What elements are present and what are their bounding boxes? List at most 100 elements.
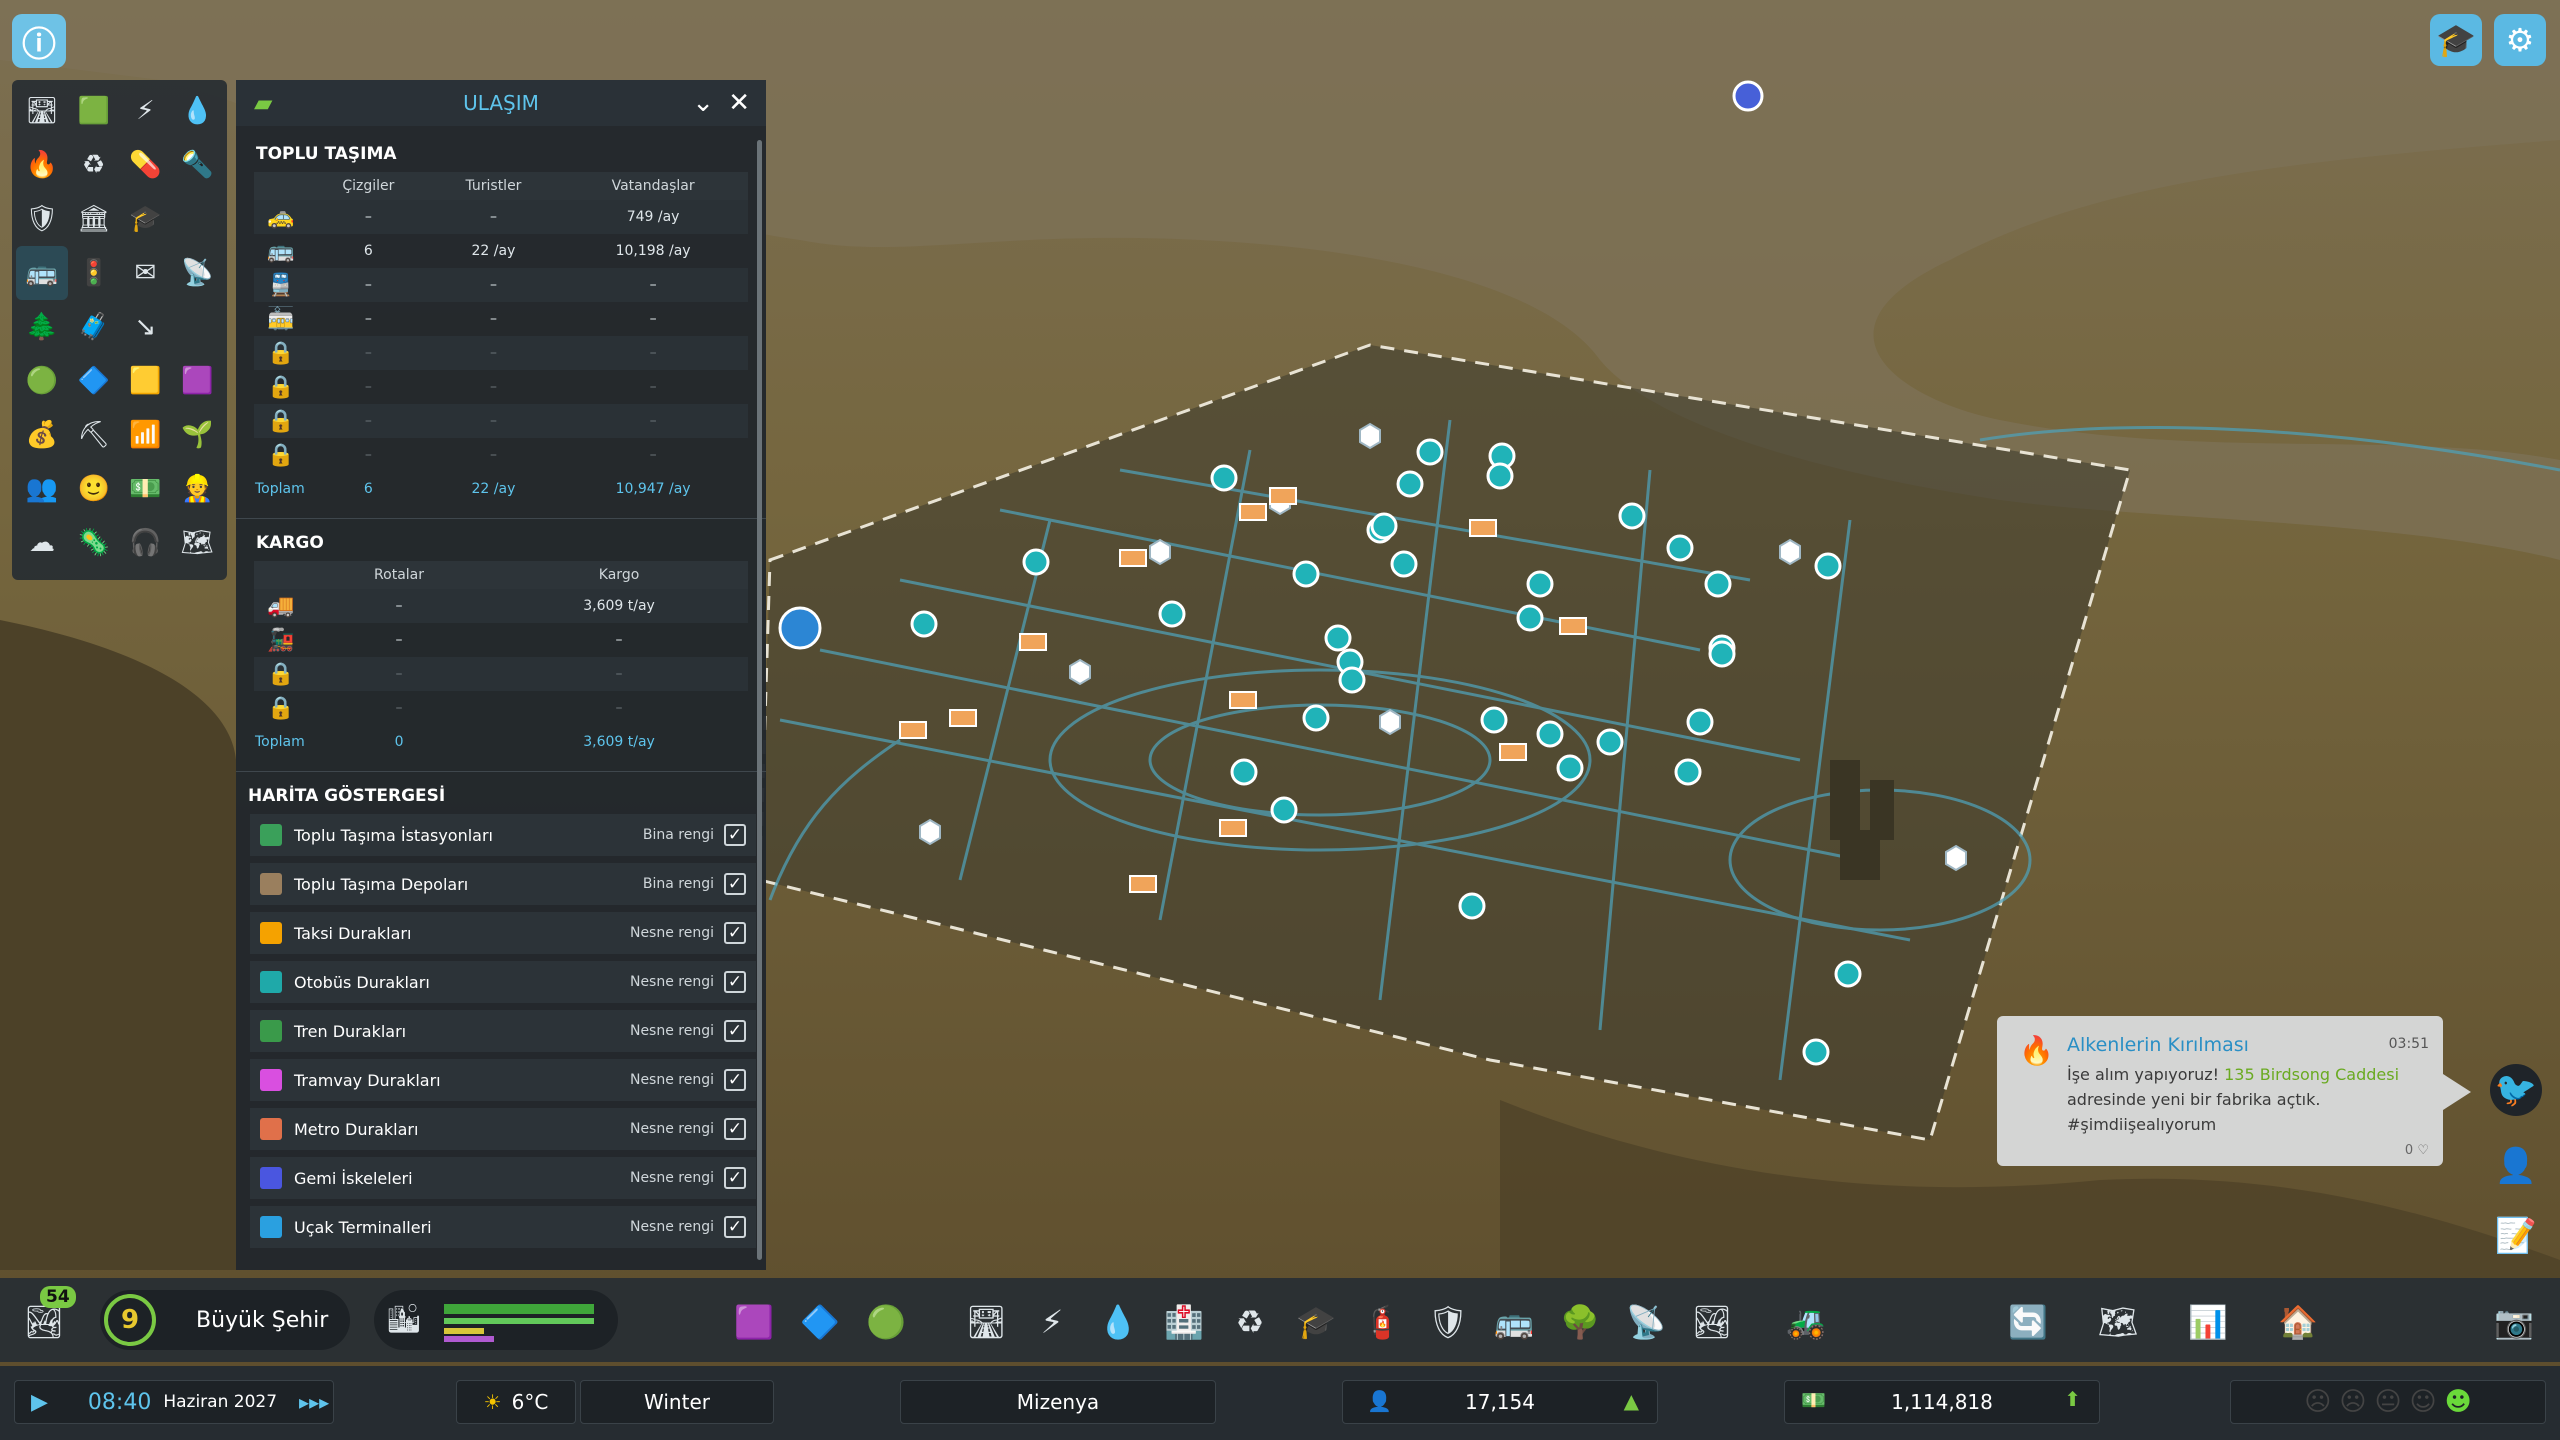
notification-author[interactable]: Alkenlerin Kırılması [2067,1034,2249,1056]
landscape-icon[interactable]: ↘ [120,300,172,354]
police-tool-icon[interactable]: 🛡 [1420,1294,1476,1350]
legend-item[interactable]: Tren Durakları Nesne rengi ✓ [250,1010,756,1052]
pollution-icon[interactable]: ☁ [16,516,68,570]
checkbox[interactable]: ✓ [724,922,746,944]
subway-locked-icon: 🔒 [254,336,308,370]
zoning-tool-icon[interactable]: 🟪 [726,1294,782,1350]
money-icon: 💵 [1801,1388,1826,1412]
area-tool-icon[interactable]: 🔷 [792,1294,848,1350]
electricity-tool-icon[interactable]: ⚡ [1024,1294,1080,1350]
color-swatch [260,1020,282,1042]
crime-icon[interactable]: 🔦 [171,138,223,192]
population-display[interactable]: 👤 17,154 ▲ [1342,1380,1658,1424]
fertility-icon[interactable]: 🌱 [171,408,223,462]
like-count[interactable]: 0 ♡ [2405,1143,2429,1158]
info-button[interactable]: ⓘ [12,14,66,68]
city-name[interactable]: Mizenya [900,1380,1216,1424]
city-level[interactable]: 9 Büyük Şehir [100,1290,350,1350]
checkbox[interactable]: ✓ [724,1069,746,1091]
citizens-button[interactable]: 👤 [2490,1140,2542,1192]
resources-icon[interactable]: ⛏ [68,408,120,462]
roads-icon[interactable]: 🛣 [16,84,68,138]
communications-tool-icon[interactable]: 📡 [1618,1294,1674,1350]
fire-tool-icon[interactable]: 🧯 [1354,1294,1410,1350]
address-link[interactable]: 135 Birdsong Caddesi [2224,1065,2399,1084]
bulldozer-tool-icon[interactable]: 🚜 [1778,1294,1834,1350]
checkbox[interactable]: ✓ [724,1020,746,1042]
recycling-icon[interactable]: ♻ [68,138,120,192]
education-tool-icon[interactable]: 🎓 [1288,1294,1344,1350]
office-zone-icon[interactable]: 🟪 [171,354,223,408]
police-icon[interactable]: 🛡 [16,192,68,246]
neutral-icon: 😐 [2374,1387,2402,1417]
map-tiles-icon[interactable]: 🗺 [2090,1294,2146,1350]
electricity-icon[interactable]: ⚡ [120,84,172,138]
admin-icon[interactable]: 🏛 [68,192,120,246]
close-button[interactable]: ✕ [728,88,750,118]
money-display[interactable]: 💵 1,114,818 ⬆ [1784,1380,2100,1424]
transport-icon[interactable]: 🚌 [16,246,68,300]
checkbox[interactable]: ✓ [724,971,746,993]
fire-icon[interactable]: 🔥 [16,138,68,192]
legend-item[interactable]: Tramvay Durakları Nesne rengi ✓ [250,1059,756,1101]
legend-item[interactable]: Taksi Durakları Nesne rengi ✓ [250,912,756,954]
progression-icon[interactable]: 🏠 [2270,1294,2326,1350]
statistics-icon[interactable]: 📊 [2180,1294,2236,1350]
water-tool-icon[interactable]: 💧 [1090,1294,1146,1350]
color-swatch [260,971,282,993]
ground-pollution-icon[interactable]: 🦠 [68,516,120,570]
water-icon[interactable]: 💧 [171,84,223,138]
speed-button[interactable]: ▸▸▸ [299,1390,329,1414]
industrial-zone-icon[interactable]: 🟨 [120,354,172,408]
legend-item[interactable]: Otobüs Durakları Nesne rengi ✓ [250,961,756,1003]
workers-icon[interactable]: 👷 [171,462,223,516]
city-stats[interactable]: 🏙 [374,1290,618,1350]
checkbox[interactable]: ✓ [724,873,746,895]
chirper-notification[interactable]: 🔥 Alkenlerin Kırılması 03:51 İşe alım ya… [1997,1016,2471,1166]
residential-zone-icon[interactable]: 🟢 [16,354,68,408]
wealth-icon[interactable]: 💵 [120,462,172,516]
levels-icon[interactable]: 📶 [120,408,172,462]
play-button[interactable]: ▶ [31,1390,48,1415]
tourism-icon[interactable]: 🧳 [68,300,120,354]
season-display: Winter [580,1380,774,1424]
happiness-icon[interactable]: 🙂 [68,462,120,516]
checkbox[interactable]: ✓ [724,824,746,846]
noise-icon[interactable]: 🎧 [120,516,172,570]
roads-tool-icon[interactable]: 🛣 [958,1294,1014,1350]
checkbox[interactable]: ✓ [724,1118,746,1140]
legend-item[interactable]: Toplu Taşıma İstasyonları Bina rengi ✓ [250,814,756,856]
telecom-icon[interactable]: 📡 [171,246,223,300]
education-icon[interactable]: 🎓 [120,192,172,246]
landmarks-tool-icon[interactable]: 🏞 [1684,1294,1740,1350]
legend-item[interactable]: Toplu Taşıma Depoları Bina rengi ✓ [250,863,756,905]
settings-button[interactable]: ⚙ [2494,14,2546,66]
journal-button[interactable]: 📝 [2490,1210,2542,1262]
landscaping-tool-icon[interactable]: 🟢 [858,1294,914,1350]
legend-item[interactable]: Metro Durakları Nesne rengi ✓ [250,1108,756,1150]
commercial-zone-icon[interactable]: 🔷 [68,354,120,408]
health-tool-icon[interactable]: 🏥 [1156,1294,1212,1350]
traffic-icon[interactable]: 🚦 [68,246,120,300]
tutorial-button[interactable]: 🎓 [2430,14,2482,66]
zoning-icon[interactable]: 🟩 [68,84,120,138]
economy-icon[interactable]: 🔄 [2000,1294,2056,1350]
checkbox[interactable]: ✓ [724,1167,746,1189]
garbage-tool-icon[interactable]: ♻ [1222,1294,1278,1350]
legend-item[interactable]: Uçak Terminalleri Nesne rengi ✓ [250,1206,756,1248]
population-icon[interactable]: 👥 [16,462,68,516]
checkbox[interactable]: ✓ [724,1216,746,1238]
chirper-button[interactable]: 🐦 [2490,1064,2542,1116]
happiness-display[interactable]: ☹ ☹ 😐 ☺ ☻ [2230,1380,2546,1424]
parks-tool-icon[interactable]: 🌳 [1552,1294,1608,1350]
photo-mode-icon[interactable]: 📷 [2486,1294,2542,1350]
panel-scrollbar[interactable] [757,140,762,1260]
terrain-icon[interactable]: 🗺 [171,516,223,570]
parks-icon[interactable]: 🌲 [16,300,68,354]
legend-item[interactable]: Gemi İskeleleri Nesne rengi ✓ [250,1157,756,1199]
health-icon[interactable]: 💊 [120,138,172,192]
collapse-button[interactable]: ⌄ [692,88,714,118]
transport-tool-icon[interactable]: 🚌 [1486,1294,1542,1350]
mail-icon[interactable]: ✉ [120,246,172,300]
land-value-icon[interactable]: 💰 [16,408,68,462]
